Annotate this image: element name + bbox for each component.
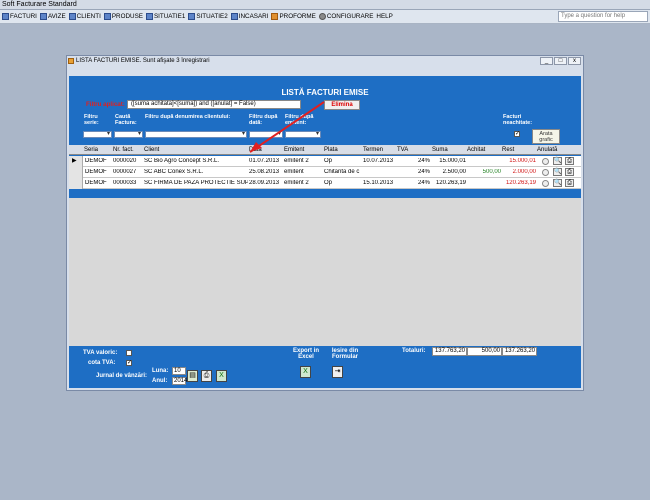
journal-report-icon[interactable]: ▤ <box>187 370 198 382</box>
window-minimize-button[interactable]: _ <box>540 57 553 65</box>
filter-applied-label: Filtru aplicat: <box>86 101 125 108</box>
preview-icon[interactable]: 🔍 <box>553 179 562 187</box>
menu-produse[interactable]: PRODUSE <box>103 13 143 20</box>
avize-icon <box>39 13 47 20</box>
row-selector[interactable] <box>69 178 83 189</box>
export-excel-button[interactable]: X <box>300 366 311 378</box>
exit-form-button[interactable]: ⇥ <box>332 366 343 378</box>
col-client: Client <box>144 147 160 153</box>
total-rest: 137.263,20 <box>502 347 537 356</box>
export-excel-label: Export in Excel <box>292 348 319 360</box>
row-selector[interactable] <box>69 167 83 178</box>
tva-valoric-label: TVA valoric: <box>83 350 118 356</box>
total-achitat: 500,00 <box>467 347 502 356</box>
col-seria: Seria <box>84 147 99 153</box>
cota-tva-label: cota TVA: <box>88 360 116 366</box>
clienti-icon <box>68 13 76 20</box>
window-close-button[interactable]: x <box>568 57 581 65</box>
proforme-icon <box>271 13 279 20</box>
preview-icon[interactable]: 🔍 <box>553 168 562 176</box>
situatie1-icon <box>145 13 153 20</box>
table-row[interactable]: DEMOF 0000033 SC FIRMA DE PAZA PROTECTIE… <box>69 178 581 189</box>
print-icon[interactable]: ⎙ <box>565 168 574 176</box>
incasari-icon <box>230 13 238 20</box>
cota-tva-checkbox[interactable]: ✓ <box>126 360 132 366</box>
help-search-input[interactable]: Type a question for help <box>558 11 648 22</box>
show-chart-button[interactable]: Arata grafic <box>532 129 560 144</box>
unpaid-checkbox[interactable]: ✓ <box>514 131 520 137</box>
table-row[interactable]: DEMOF 0000027 SC ABC Conex S.R.L. 25.08.… <box>69 167 581 178</box>
anulata-radio[interactable] <box>542 169 549 176</box>
unpaid-filter-label: Facturi neachitate: <box>503 114 533 126</box>
col-anulata: Anulată <box>537 147 558 153</box>
menu-proforme[interactable]: PROFORME <box>271 13 316 20</box>
menu-situatie2[interactable]: SITUATIE2 <box>188 13 228 20</box>
menu-avize[interactable]: AVIZE <box>39 13 66 20</box>
total-suma: 137.763,20 <box>432 347 467 356</box>
journal-label: Jurnal de vânzări: <box>96 373 148 379</box>
col-suma: Suma <box>432 147 448 153</box>
form-title: LISTĂ FACTURI EMISE <box>281 88 369 97</box>
month-input[interactable]: 10 <box>172 367 186 375</box>
situatie2-icon <box>188 13 196 20</box>
grid-empty-area <box>69 198 581 346</box>
filter-series-label: Filtru serie: <box>84 114 99 126</box>
col-rest: Rest <box>502 147 515 153</box>
menu-clienti[interactable]: CLIENTI <box>68 13 101 20</box>
window-title: LISTA FACTURI EMISE. Sunt afişate 3 înre… <box>76 58 210 64</box>
preview-icon[interactable]: 🔍 <box>553 157 562 165</box>
menu-bar: FACTURI AVIZE CLIENTI PRODUSE SITUATIE1 … <box>0 10 650 24</box>
anulata-radio[interactable] <box>542 180 549 187</box>
col-nr: Nr. fact. <box>113 147 134 153</box>
col-termen: Termen <box>363 147 384 153</box>
print-journal-icon[interactable]: ⎙ <box>201 370 212 382</box>
search-invoice-select[interactable] <box>114 130 143 138</box>
year-label: Anul: <box>152 378 168 384</box>
exit-form-label: Iesire din Formular <box>331 348 359 360</box>
search-invoice-label: Caută Factura: <box>115 114 137 126</box>
app-titlebar: Soft Facturare Standard <box>0 0 650 10</box>
menu-configurare[interactable]: CONFIGURARE <box>318 13 373 20</box>
window-maximize-button[interactable]: □ <box>554 57 567 65</box>
excel-journal-icon[interactable]: X <box>216 370 227 382</box>
tva-valoric-checkbox[interactable] <box>126 350 132 356</box>
month-label: Luna: <box>152 368 169 374</box>
annotation-arrow-icon <box>249 101 325 153</box>
gear-icon <box>318 13 326 20</box>
print-icon[interactable]: ⎙ <box>565 179 574 187</box>
menu-situatie1[interactable]: SITUATIE1 <box>145 13 185 20</box>
col-tva: TVA <box>397 147 409 153</box>
window-icon <box>68 58 74 64</box>
filter-series-select[interactable] <box>83 130 112 138</box>
produse-icon <box>103 13 111 20</box>
menu-help[interactable]: HELP <box>376 13 392 20</box>
facturi-icon <box>2 13 9 20</box>
totals-label: Totaluri: <box>402 348 426 354</box>
row-selector[interactable] <box>69 156 83 167</box>
year-input[interactable]: 2014 <box>172 377 187 385</box>
menu-incasari[interactable]: INCASARI <box>230 13 268 20</box>
menu-facturi[interactable]: FACTURI <box>2 13 37 20</box>
anulata-radio[interactable] <box>542 158 549 165</box>
print-icon[interactable]: ⎙ <box>565 157 574 165</box>
app-title: Soft Facturare Standard <box>2 1 77 8</box>
col-achitat: Achitat <box>467 147 486 153</box>
